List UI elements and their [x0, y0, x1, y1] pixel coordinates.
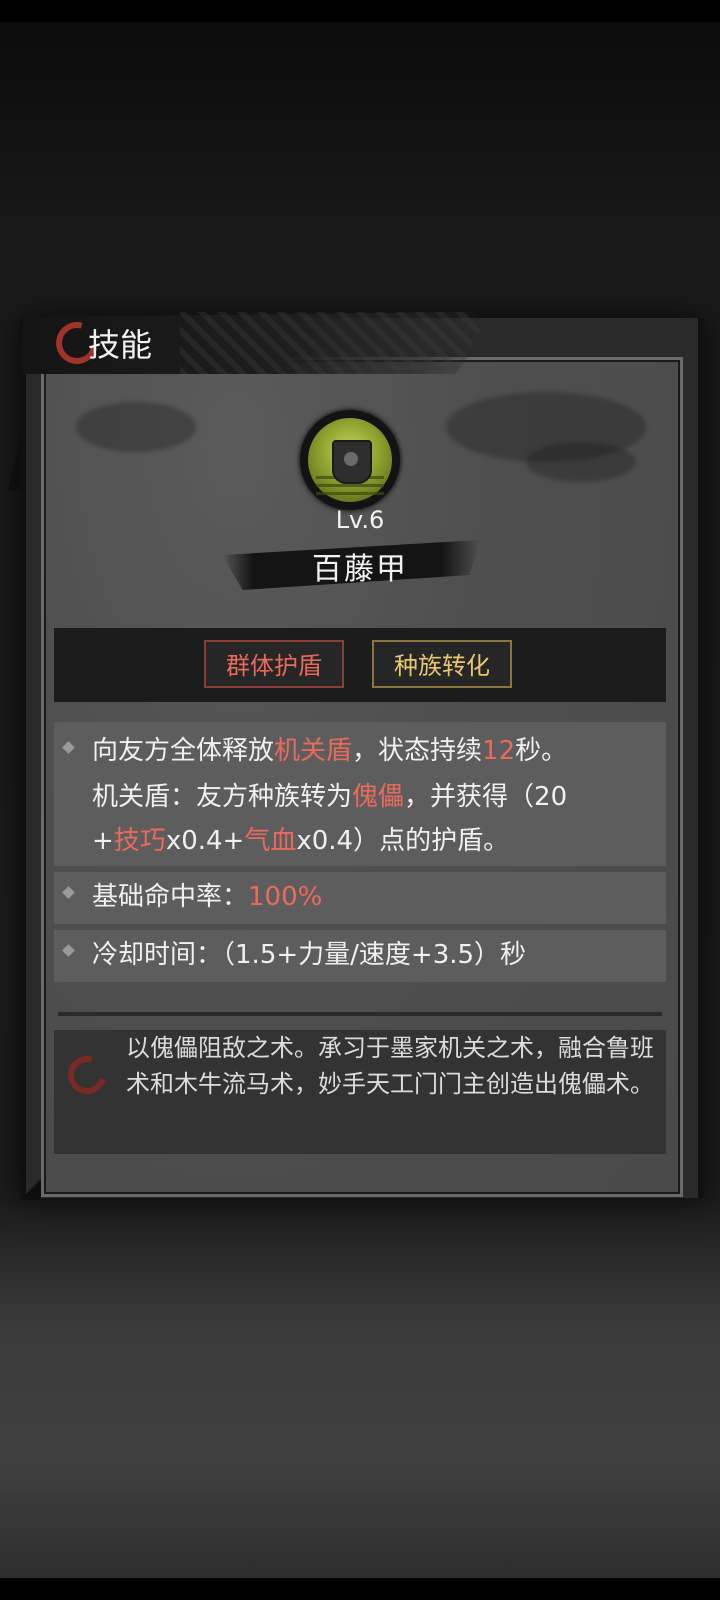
desc-text: 机关盾：友方种族转为	[92, 782, 353, 812]
ink-decoration	[526, 442, 636, 482]
highlight-mechanism-shield: 机关盾	[274, 736, 353, 766]
highlight-skill: 技巧	[113, 826, 166, 856]
icon-stripe	[316, 484, 384, 487]
desc-text: ，并获得（20	[404, 782, 568, 812]
description-line-1: 向友方全体释放机关盾，状态持续12秒。	[92, 728, 567, 774]
description-line-3: +技巧x0.4+气血x0.4）点的护盾。	[92, 818, 509, 864]
shield-emblem	[332, 440, 372, 484]
desc-text: 秒。	[515, 736, 568, 766]
tag-group-shield: 群体护盾	[204, 640, 344, 688]
skill-level: Lv.6	[335, 506, 385, 534]
navigation-bar	[0, 1578, 720, 1600]
hit-rate-value: 100%	[248, 882, 323, 912]
shield-skill-icon	[300, 410, 400, 510]
desc-text: ，状态持续	[352, 736, 483, 766]
header-pattern	[180, 312, 480, 374]
tag-strip	[54, 628, 666, 702]
lore-text: 以傀儡阻敌之术。承习于墨家机关之术，融合鲁班术和木牛流马术，妙手天工门门主创造出…	[126, 1034, 654, 1098]
cooldown-value: （1.5+力量/速度+3.5）秒	[222, 940, 527, 970]
skill-name: 百藤甲	[312, 552, 408, 587]
highlight-duration: 12	[482, 736, 516, 766]
highlight-vitality: 气血	[244, 826, 297, 856]
description-line-2: 机关盾：友方种族转为傀儡，并获得（20	[92, 774, 567, 820]
cooldown-row: 冷却时间：（1.5+力量/速度+3.5）秒	[92, 932, 526, 978]
desc-text: +	[92, 826, 114, 856]
desc-text: 向友方全体释放	[92, 736, 275, 766]
desc-text: x0.4）点的护盾。	[296, 826, 510, 856]
hit-rate-row: 基础命中率：100%	[92, 874, 322, 920]
dialog-title: 技能	[88, 326, 153, 364]
tag-race-transform: 种族转化	[372, 640, 512, 688]
desc-text: x0.4+	[165, 826, 245, 856]
highlight-puppet: 傀儡	[352, 782, 405, 812]
skill-icon-face	[308, 418, 392, 502]
cooldown-label: 冷却时间：	[92, 940, 223, 970]
ink-decoration	[76, 402, 196, 452]
status-bar	[0, 0, 720, 22]
icon-stripe	[316, 492, 384, 495]
divider	[58, 1012, 662, 1016]
hit-rate-label: 基础命中率：	[92, 882, 249, 912]
